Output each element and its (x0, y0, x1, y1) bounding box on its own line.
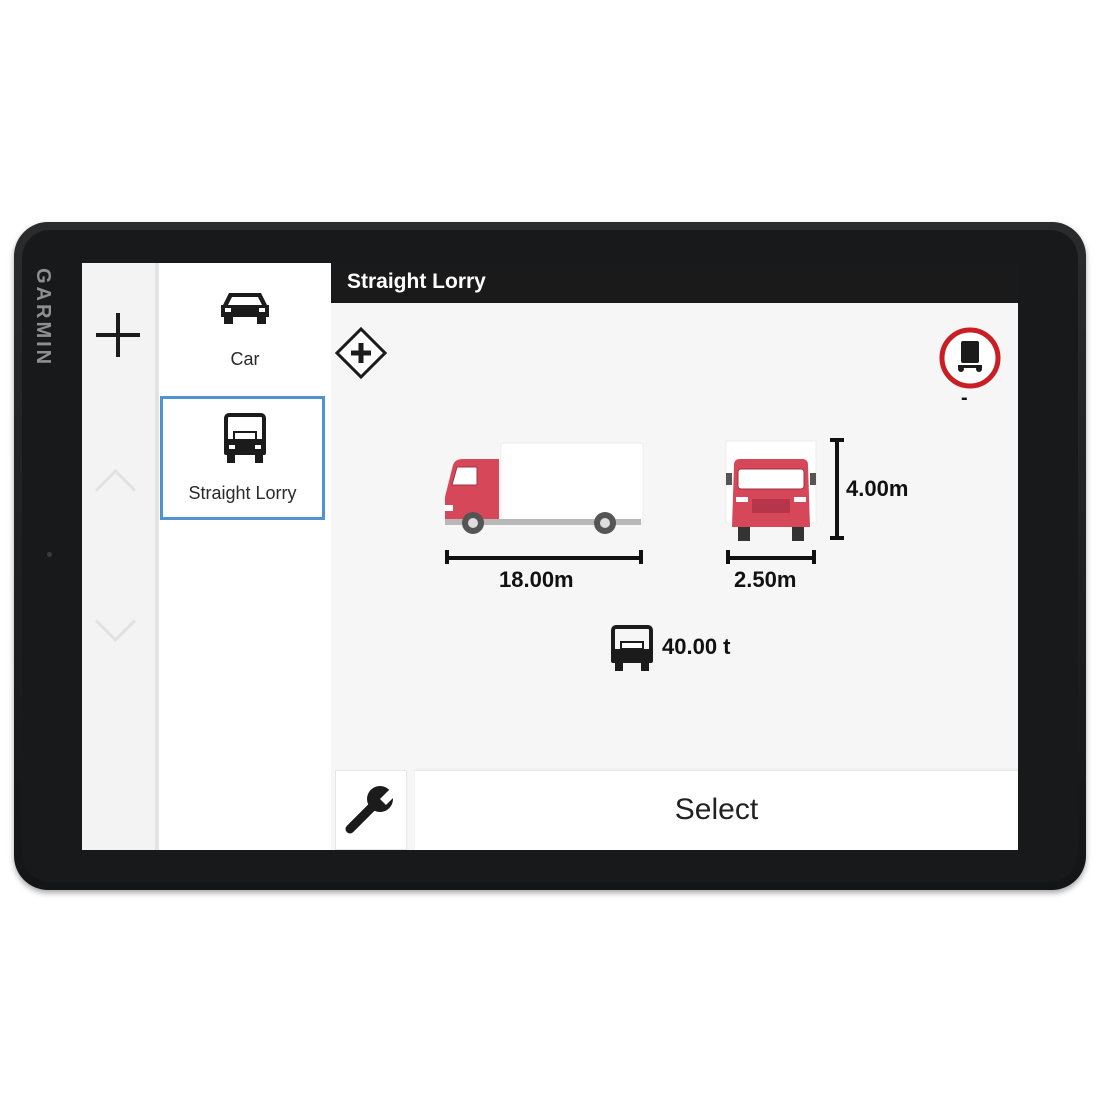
length-value: 18.00m (499, 567, 574, 592)
chevron-up-icon[interactable] (94, 468, 137, 511)
screen: Car Straight Lorry Straight Lorry - 18.0… (82, 263, 1018, 850)
vehicle-item-straight-lorry[interactable]: Straight Lorry (160, 396, 325, 520)
width-bar (727, 556, 815, 560)
vehicle-label: Car (230, 349, 260, 369)
no-trailer-sign-icon[interactable] (938, 326, 1002, 390)
select-label: Select (674, 793, 759, 826)
select-button[interactable]: Select (415, 770, 1018, 850)
width-bar-cap (726, 550, 730, 564)
chevron-down-icon[interactable] (94, 600, 137, 643)
light-sensor (47, 552, 52, 557)
vehicle-profile: - 18.00m 2.50m 4.00m 40.00 t Select (331, 303, 1018, 850)
vehicle-list: Car Straight Lorry (159, 263, 331, 850)
car-icon (221, 293, 269, 324)
lorry-side-view (445, 442, 644, 534)
height-bar-cap (830, 536, 844, 540)
width-bar-cap (812, 550, 816, 564)
diamond-plus-icon[interactable] (331, 323, 391, 383)
page-title: Straight Lorry (347, 270, 486, 293)
vehicle-label: Straight Lorry (188, 483, 297, 503)
weight-value: 40.00 t (662, 634, 731, 659)
width-value: 2.50m (734, 567, 797, 592)
height-value: 4.00m (846, 476, 909, 501)
vehicle-item-car[interactable]: Car (159, 263, 331, 391)
left-rail (82, 263, 159, 850)
length-bar-cap (445, 550, 449, 564)
title-bar: Straight Lorry (331, 263, 1018, 303)
height-bar-cap (830, 438, 844, 442)
settings-button[interactable] (335, 770, 407, 850)
lorry-icon (224, 413, 266, 463)
lorry-front-view (725, 440, 817, 541)
truck-weight-icon (611, 625, 653, 671)
add-vehicle-button[interactable] (94, 311, 142, 359)
length-bar-cap (639, 550, 643, 564)
restriction-value: - (961, 387, 968, 409)
height-bar (835, 439, 839, 539)
wrench-icon (345, 783, 402, 834)
length-bar (446, 556, 642, 560)
